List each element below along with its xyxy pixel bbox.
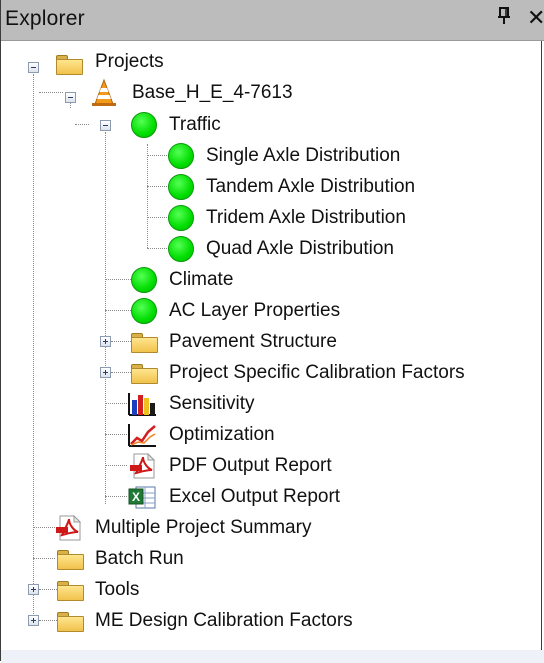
green-status-icon (131, 112, 157, 138)
tree-item-label: PDF Output Report (169, 455, 332, 476)
green-status-icon (168, 205, 194, 231)
collapse-toggle[interactable] (28, 62, 39, 73)
tree-item-label: Optimization (169, 424, 275, 445)
pdf-icon (130, 453, 156, 479)
tree-item-label: Multiple Project Summary (95, 517, 312, 538)
svg-text:X: X (132, 490, 140, 504)
close-icon[interactable]: ✕ (527, 5, 544, 31)
tree-item-label: Single Axle Distribution (206, 145, 401, 166)
tree-item-pavement-structure[interactable]: Pavement Structure (1, 327, 381, 357)
tree-item-sensitivity[interactable]: Sensitivity (1, 389, 301, 419)
tree-item-me-design-calibration[interactable]: ME Design Calibration Factors (1, 606, 421, 636)
tree-item-projects[interactable]: Projects (1, 47, 301, 77)
tree-item-pdf-report[interactable]: PDF Output Report (1, 451, 381, 481)
tree-item-label: AC Layer Properties (169, 300, 341, 321)
folder-icon (130, 362, 158, 384)
expand-toggle[interactable] (100, 336, 111, 347)
folder-icon (55, 53, 83, 75)
collapse-toggle[interactable] (65, 92, 76, 103)
tree-item-label: Traffic (169, 114, 221, 135)
tree-item-project[interactable]: Base_H_E_4-7613 (1, 78, 341, 108)
tree-item-traffic[interactable]: Traffic (1, 110, 301, 140)
pdf-icon (56, 515, 82, 541)
tree-item-label: Tridem Axle Distribution (206, 207, 406, 228)
bar-chart-icon (128, 393, 156, 416)
explorer-tree: Projects Base_H_E_4-7613 Traffic Single … (1, 40, 544, 650)
green-status-icon (131, 267, 157, 293)
explorer-panel: Explorer ✕ Projects Base_H_E_4-7613 Traf… (0, 0, 544, 663)
cone-icon (92, 78, 116, 106)
green-status-icon (131, 298, 157, 324)
tree-item-label: Pavement Structure (169, 331, 337, 352)
expand-toggle[interactable] (28, 615, 39, 626)
tree-item-label: Tandem Axle Distribution (206, 176, 416, 197)
panel-title-bar: Explorer ✕ (1, 0, 544, 41)
tree-item-label: Quad Axle Distribution (206, 238, 394, 259)
excel-icon: X (128, 486, 156, 509)
green-status-icon (168, 236, 194, 262)
tree-item-tridem-axle[interactable]: Tridem Axle Distribution (1, 203, 441, 233)
green-status-icon (168, 143, 194, 169)
tree-item-label: Excel Output Report (169, 486, 341, 507)
tree-item-climate[interactable]: Climate (1, 265, 301, 295)
folder-icon (56, 579, 84, 601)
tree-item-optimization[interactable]: Optimization (1, 420, 301, 450)
tree-item-tools[interactable]: Tools (1, 575, 301, 605)
folder-icon (56, 610, 84, 632)
collapse-toggle[interactable] (100, 120, 111, 131)
tree-item-quad-axle[interactable]: Quad Axle Distribution (1, 234, 441, 264)
tree-item-label: Sensitivity (169, 393, 255, 414)
tree-item-label: Project Specific Calibration Factors (169, 362, 465, 383)
tree-item-label: Tools (95, 579, 140, 600)
expand-toggle[interactable] (28, 584, 39, 595)
tree-item-batch-run[interactable]: Batch Run (1, 544, 301, 574)
tree-item-calibration-factors[interactable]: Project Specific Calibration Factors (1, 358, 501, 388)
folder-icon (56, 548, 84, 570)
tree-item-single-axle[interactable]: Single Axle Distribution (1, 141, 441, 171)
tree-item-tandem-axle[interactable]: Tandem Axle Distribution (1, 172, 441, 202)
tree-item-label: ME Design Calibration Factors (95, 610, 353, 631)
tree-item-excel-report[interactable]: X Excel Output Report (1, 482, 381, 512)
tree-item-ac-layer[interactable]: AC Layer Properties (1, 296, 381, 326)
green-status-icon (168, 174, 194, 200)
panel-footer (1, 650, 544, 663)
line-chart-icon (128, 424, 156, 447)
folder-icon (130, 331, 158, 353)
expand-toggle[interactable] (100, 367, 111, 378)
tree-item-label: Batch Run (95, 548, 184, 569)
pin-icon[interactable] (497, 7, 511, 31)
tree-item-label: Base_H_E_4-7613 (132, 82, 293, 103)
tree-item-label: Projects (95, 51, 164, 72)
tree-item-multiple-project-summary[interactable]: Multiple Project Summary (1, 513, 381, 543)
panel-title: Explorer (5, 7, 85, 30)
tree-item-label: Climate (169, 269, 234, 290)
